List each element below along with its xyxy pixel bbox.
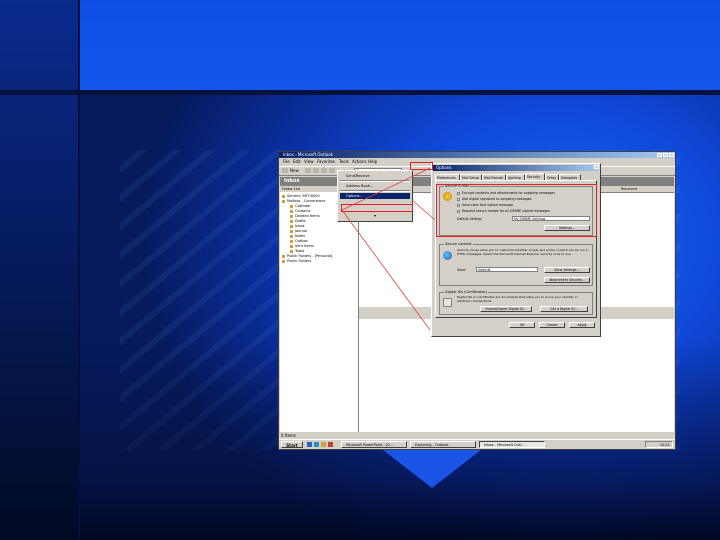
move-to-folder-icon[interactable] xyxy=(313,168,319,173)
dialog-title: Options xyxy=(433,165,599,171)
window-title: Inbox - Microsoft Outlook xyxy=(283,152,333,157)
highlight-box-tools-menu xyxy=(410,162,433,170)
taskbar-item[interactable]: Microsoft PowerPoint - [O... xyxy=(341,441,407,448)
menu-actions[interactable]: Actions xyxy=(352,159,367,165)
digital-ids-description: Digital IDs or Certificates are document… xyxy=(457,295,578,303)
folder-list-pane: Folder List Servers' INFO0000 Mailbox - … xyxy=(280,187,359,432)
close-icon[interactable] xyxy=(669,153,674,157)
attachment-security-button[interactable]: Attachment Security... xyxy=(544,277,590,283)
menu-favorites[interactable]: Favorites xyxy=(317,159,335,165)
highlight-box-secure-email xyxy=(436,184,597,237)
minimize-icon[interactable] xyxy=(657,153,662,157)
sent-items-icon xyxy=(290,244,293,248)
menu-item-options[interactable]: Options... xyxy=(340,193,410,199)
certificate-icon xyxy=(443,298,452,307)
menu-separator xyxy=(340,190,410,192)
menu-expand-chevron-icon[interactable]: ▾ xyxy=(374,213,376,218)
slide-vertical-rule xyxy=(78,0,80,540)
internet-explorer-icon[interactable] xyxy=(314,442,319,447)
taskbar-item-active[interactable]: Inbox - Microsoft Outl... xyxy=(479,441,545,448)
secure-content-group: Secure content Security zones allow you … xyxy=(439,242,593,286)
folder-icon xyxy=(282,199,285,203)
start-button[interactable]: Start xyxy=(281,441,303,448)
tools-menu-dropdown: Send/Receive Address Book... Options... … xyxy=(337,170,413,222)
calendar-icon xyxy=(290,204,293,208)
tasks-icon xyxy=(290,249,293,253)
slide-triangle-decoration xyxy=(378,446,486,488)
slide-top-band xyxy=(78,0,720,90)
ok-button[interactable]: OK xyxy=(509,322,535,328)
new-button-label[interactable]: New xyxy=(290,167,299,175)
new-mail-icon[interactable] xyxy=(282,168,288,173)
zone-settings-button[interactable]: Zone Settings... xyxy=(544,267,590,273)
taskbar-item[interactable]: Exploring - Outlook xyxy=(410,441,476,448)
menu-item-send-receive[interactable]: Send/Receive xyxy=(340,173,410,179)
tab-security[interactable]: Security xyxy=(525,173,545,180)
journal-icon xyxy=(290,229,293,233)
outbox-icon xyxy=(290,239,293,243)
get-digital-id-button[interactable]: Get a Digital ID... xyxy=(540,306,588,312)
menu-tools[interactable]: Tools xyxy=(339,159,349,165)
inbox-icon xyxy=(290,224,293,228)
menu-item-address-book[interactable]: Address Book... xyxy=(340,183,410,189)
apply-button[interactable]: Apply xyxy=(569,322,595,328)
dialog-close-icon[interactable] xyxy=(594,165,599,169)
print-icon[interactable] xyxy=(305,168,311,173)
deleted-items-icon xyxy=(290,214,293,218)
import-export-id-button[interactable]: Import/Export Digital ID... xyxy=(480,306,532,312)
globe-icon xyxy=(443,251,452,260)
menu-file[interactable]: File xyxy=(283,159,290,165)
digital-ids-group: Digital IDs (Certificates) Digital IDs o… xyxy=(439,290,593,315)
menu-help[interactable]: Help xyxy=(368,159,377,165)
folder-icon xyxy=(282,194,285,198)
notes-icon xyxy=(290,234,293,238)
system-tray-clock: 10:21 xyxy=(645,441,673,448)
slide-left-bar xyxy=(0,0,78,540)
menu-view[interactable]: View xyxy=(304,159,314,165)
maximize-icon[interactable] xyxy=(663,153,668,157)
secure-content-title: Secure content xyxy=(444,242,473,247)
drafts-icon xyxy=(290,219,293,223)
powerpoint-icon[interactable] xyxy=(328,442,333,447)
contacts-icon xyxy=(290,209,293,213)
show-desktop-icon[interactable] xyxy=(307,442,312,447)
menu-separator xyxy=(340,180,410,182)
folder-banner-title: Inbox xyxy=(284,178,300,184)
outlook-express-icon[interactable] xyxy=(321,442,326,447)
find-icon[interactable] xyxy=(329,168,335,173)
menu-edit[interactable]: Edit xyxy=(293,159,301,165)
zone-select[interactable]: Internet xyxy=(476,267,538,272)
folder-item[interactable]: Public Folders xyxy=(282,259,311,264)
received-column-header[interactable]: Received xyxy=(621,187,637,192)
slide-horizontal-rule xyxy=(0,90,720,95)
folder-icon xyxy=(282,259,285,263)
secure-content-description: Security zones allow you to customize wh… xyxy=(457,248,589,256)
outlook-screenshot: Inbox - Microsoft Outlook File Edit View… xyxy=(278,151,676,450)
zone-label: Zone: xyxy=(457,268,467,272)
highlight-box-options-item xyxy=(341,204,413,212)
taskbar: Start Microsoft PowerPoint - [O... Explo… xyxy=(279,439,675,449)
folder-icon xyxy=(282,254,285,258)
window-titlebar: Inbox - Microsoft Outlook xyxy=(279,152,675,158)
cancel-button[interactable]: Cancel xyxy=(539,322,565,328)
delete-icon[interactable] xyxy=(321,168,327,173)
